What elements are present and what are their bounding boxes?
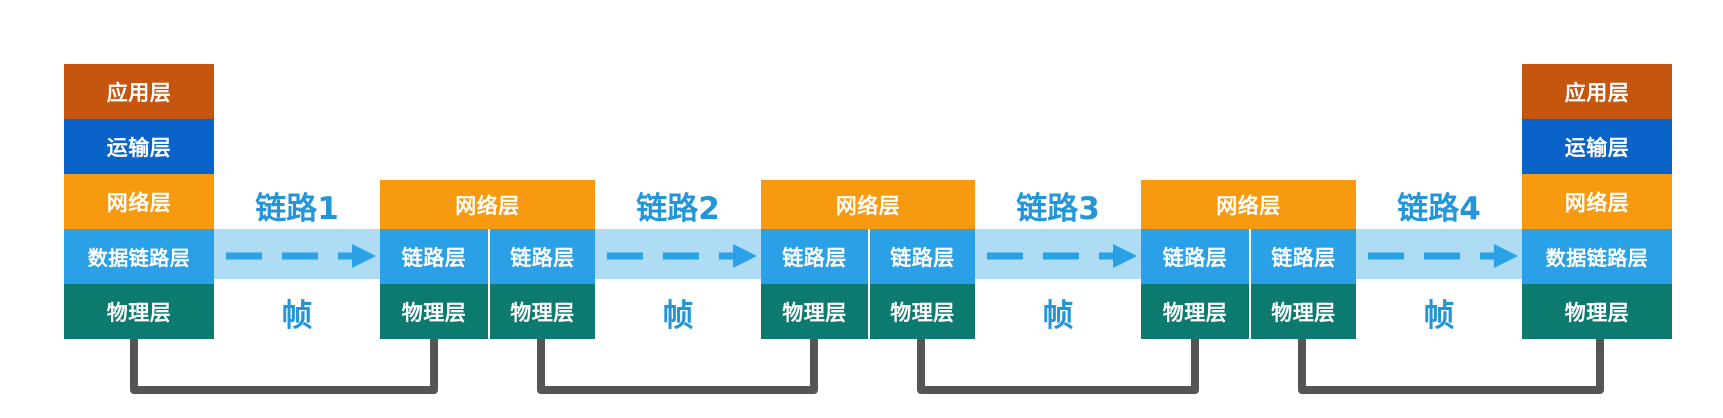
- frame-arrow-4: [1368, 244, 1518, 268]
- frame-arrow-2: [607, 244, 757, 268]
- connection-lines: [130, 244, 1604, 394]
- physical-cable-2: [537, 339, 818, 394]
- frame-arrow-1: [226, 244, 376, 268]
- frame-arrow-3: [987, 244, 1137, 268]
- physical-cable-4: [1298, 339, 1604, 394]
- physical-cable-3: [917, 339, 1199, 394]
- physical-cable-1: [130, 339, 438, 394]
